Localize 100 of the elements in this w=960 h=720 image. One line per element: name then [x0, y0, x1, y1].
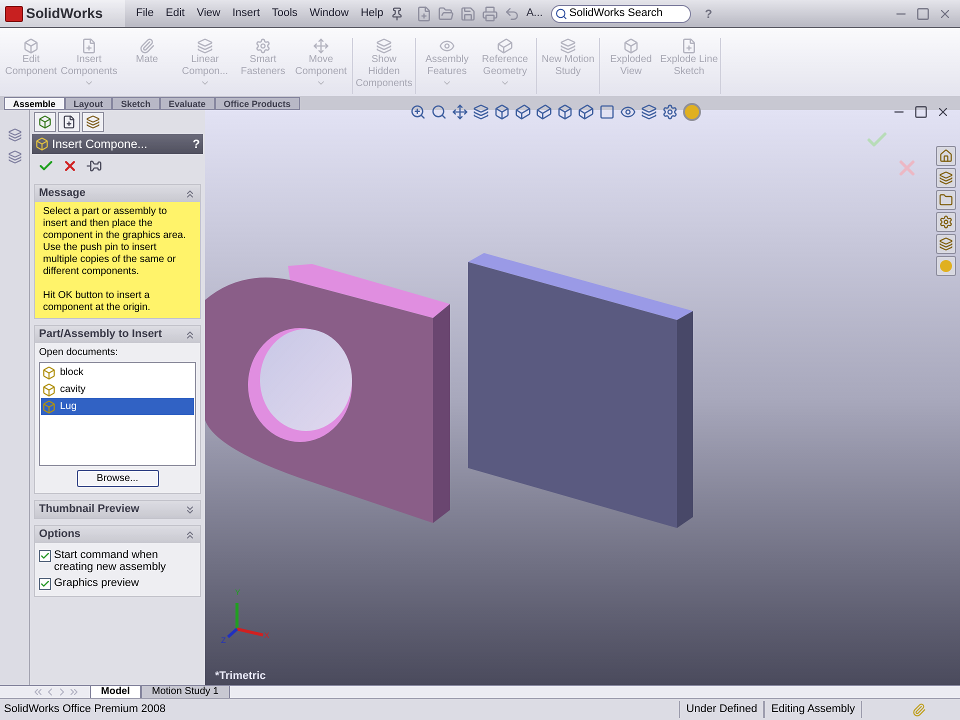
command-icon — [139, 38, 155, 54]
document-item[interactable]: Lug — [41, 398, 194, 415]
model-tab[interactable]: Model — [90, 686, 141, 698]
command-tab[interactable]: Evaluate — [160, 97, 215, 110]
section-header[interactable]: Thumbnail Preview — [35, 501, 200, 518]
view-tool-icon[interactable] — [494, 104, 510, 120]
section-title: Message — [39, 186, 86, 202]
undo-icon[interactable] — [504, 6, 520, 22]
task-pane-tab[interactable] — [936, 212, 956, 232]
part-icon — [42, 382, 56, 396]
property-tab-icon[interactable] — [58, 112, 80, 132]
browse-button[interactable]: Browse... — [76, 470, 158, 487]
expand-icon — [184, 504, 196, 516]
print-icon[interactable] — [482, 6, 498, 22]
collapse-icon — [184, 528, 196, 540]
command-icon — [376, 38, 392, 54]
view-tool-icon[interactable] — [599, 104, 615, 120]
axis-label: Y — [235, 587, 240, 599]
status-text: SolidWorks Office Premium 2008 — [4, 702, 166, 718]
toolbar-label: A... — [526, 6, 543, 22]
status-text: Under Defined — [679, 701, 764, 718]
open-documents-label: Open documents: — [39, 346, 119, 360]
checkbox[interactable] — [39, 578, 51, 590]
command-icon — [623, 38, 639, 54]
save-icon[interactable] — [460, 6, 476, 22]
help-text[interactable]: ? — [704, 4, 712, 22]
search-field[interactable]: SolidWorks Search — [550, 4, 691, 22]
command-tab[interactable]: Office Products — [214, 97, 300, 110]
checkbox-label: Start command when creating new assembly — [54, 549, 167, 573]
new-file-icon[interactable] — [416, 6, 432, 22]
view-tool-icon[interactable] — [620, 104, 636, 120]
task-pane-tab[interactable] — [936, 168, 956, 188]
help-text[interactable]: ? — [192, 135, 200, 153]
side-tab-icon[interactable] — [8, 128, 22, 142]
menu-item[interactable]: Edit — [160, 5, 190, 22]
view-tool-icon[interactable] — [410, 104, 426, 120]
side-tab-icon[interactable] — [8, 150, 22, 164]
view-tool-icon[interactable] — [641, 104, 657, 120]
menu-item[interactable]: Help — [356, 5, 388, 22]
property-manager-title: Insert Compone... — [52, 136, 148, 153]
view-name-label: *Trimetric — [215, 669, 266, 684]
command-tab[interactable]: Sketch — [112, 97, 160, 110]
check-icon — [40, 551, 50, 561]
view-tool-icon[interactable] — [473, 104, 489, 120]
pin-icon[interactable] — [390, 6, 404, 20]
view-tool-icon[interactable] — [557, 104, 573, 120]
command-icon — [313, 38, 329, 54]
search-field[interactable]: SolidWorks Search — [569, 5, 687, 22]
view-tool-icon[interactable] — [431, 104, 447, 120]
section-header[interactable]: Options — [35, 526, 200, 543]
view-tool-icon[interactable] — [452, 104, 468, 120]
menu-item[interactable]: Window — [304, 5, 354, 22]
menu-item[interactable]: Tools — [266, 5, 303, 22]
section-title: Thumbnail Preview — [39, 502, 140, 518]
document-item[interactable]: block — [41, 364, 194, 381]
status-text: Editing Assembly — [764, 701, 862, 718]
checkbox[interactable] — [39, 550, 51, 562]
command-tab[interactable]: Layout — [64, 97, 112, 110]
message-text: Select a part or assembly to insert and then place the component in the graphics area. Use the push pin to insert multiple copies of the same or different components. — [43, 206, 187, 278]
part-icon — [42, 400, 56, 414]
search-icon — [554, 6, 568, 20]
collapse-icon — [184, 328, 196, 340]
command-icon — [197, 38, 213, 54]
section-header[interactable]: Message — [35, 185, 200, 202]
feature-tree-tab-icon[interactable] — [34, 112, 56, 132]
maximize-icon[interactable] — [916, 6, 930, 20]
collapse-icon — [184, 188, 196, 200]
part-icon — [42, 366, 56, 380]
command-icon — [255, 38, 271, 54]
view-tool-icon[interactable] — [578, 104, 594, 120]
menu-item[interactable]: File — [131, 5, 159, 22]
cancel-icon[interactable] — [62, 158, 78, 174]
logo-icon — [5, 6, 23, 22]
message-text: Hit OK button to insert a component at the origin. — [43, 290, 152, 314]
check-icon — [40, 579, 50, 589]
task-pane-tab[interactable] — [936, 234, 956, 254]
logo-text: SolidWorks — [26, 4, 103, 23]
insert-component-icon — [35, 137, 49, 151]
task-pane-tab[interactable] — [936, 190, 956, 210]
axis-label: Z — [221, 635, 226, 647]
section-header[interactable]: Part/Assembly to Insert — [35, 326, 200, 343]
task-pane-tab[interactable] — [936, 146, 956, 166]
command-tab[interactable]: Assemble — [4, 97, 65, 110]
checkbox-label: Graphics preview — [54, 577, 139, 589]
command-icon — [439, 38, 455, 54]
menu-item[interactable]: Insert — [227, 5, 265, 22]
open-folder-icon[interactable] — [438, 6, 454, 22]
document-item[interactable]: cavity — [41, 381, 194, 398]
task-pane-tab[interactable] — [936, 256, 956, 276]
command-icon — [23, 38, 39, 54]
menu-item[interactable]: View — [192, 5, 226, 22]
restore-icon[interactable] — [914, 105, 928, 119]
push-pin-icon[interactable] — [86, 158, 102, 174]
view-tool-icon[interactable] — [662, 104, 678, 120]
command-icon — [560, 38, 576, 54]
close-icon[interactable] — [936, 105, 950, 119]
view-tool-icon[interactable] — [515, 104, 531, 120]
model-tab[interactable]: Motion Study 1 — [140, 686, 230, 698]
axis-label: X — [264, 630, 270, 642]
view-tool-icon[interactable] — [536, 104, 552, 120]
